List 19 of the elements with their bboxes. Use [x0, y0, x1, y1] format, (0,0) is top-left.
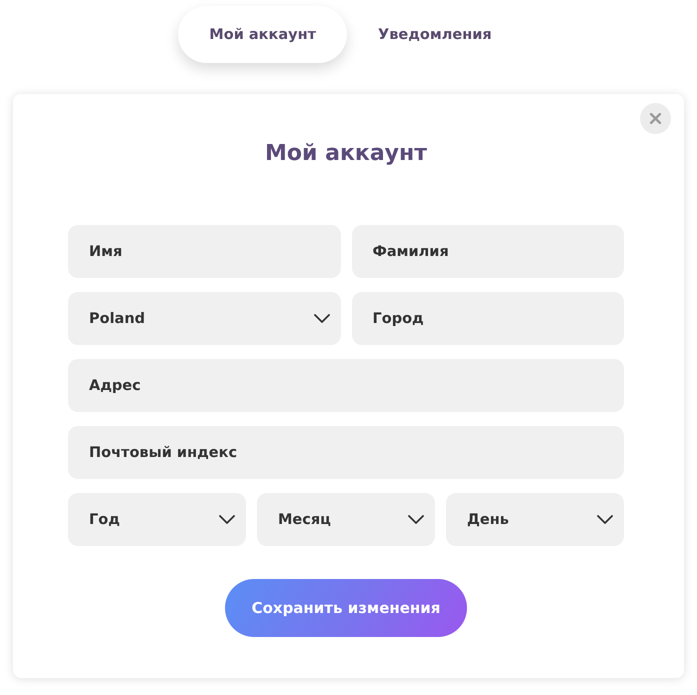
close-button[interactable] — [640, 103, 671, 134]
chevron-down-icon — [314, 314, 330, 323]
text-field[interactable]: Адрес — [68, 359, 624, 412]
chevron-down-icon — [597, 515, 613, 524]
chevron-down-icon — [219, 515, 235, 524]
text-field[interactable]: Город — [352, 292, 624, 345]
save-button[interactable]: Сохранить изменения — [224, 579, 468, 637]
dropdown-field[interactable]: День — [446, 493, 624, 546]
tab[interactable]: Уведомления — [347, 6, 523, 63]
dialog-title: Мой аккаунт — [264, 141, 428, 167]
dropdown-field[interactable]: Poland — [68, 292, 340, 345]
chevron-down-icon — [408, 515, 424, 524]
text-field[interactable]: Почтовый индекс — [68, 426, 624, 479]
tab[interactable]: Мой аккаунт — [178, 6, 348, 63]
dropdown-field[interactable]: Месяц — [257, 493, 435, 546]
close-icon — [650, 113, 661, 124]
dropdown-field[interactable]: Год — [68, 493, 246, 546]
text-field[interactable]: Фамилия — [352, 225, 624, 278]
text-field[interactable]: Имя — [68, 225, 340, 278]
